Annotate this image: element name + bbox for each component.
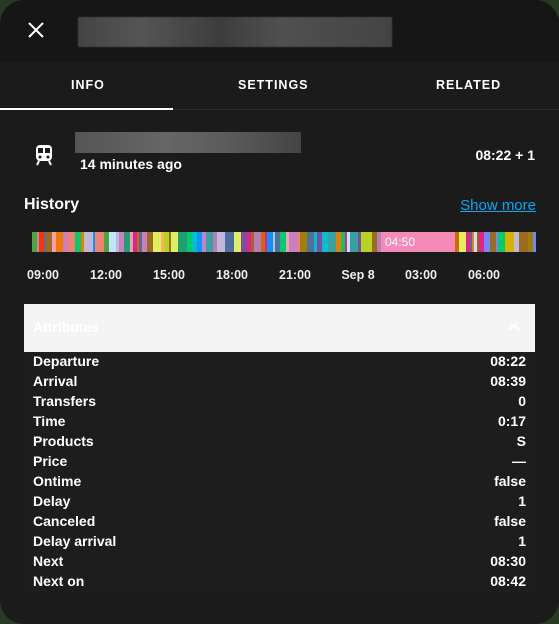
timeline-segment[interactable]: 04:50 (381, 232, 455, 252)
timeline-segment[interactable] (56, 232, 63, 252)
attribute-value: 08:22 (490, 353, 526, 369)
timeline-tick-label: 06:00 (468, 268, 500, 282)
timeline-segment[interactable] (234, 232, 241, 252)
timeline-tick-label: Sep 8 (341, 268, 375, 282)
attribute-row: Arrival 08:39 (33, 373, 526, 393)
attribute-value: 0 (518, 393, 526, 409)
timeline-segment[interactable] (95, 232, 104, 252)
chevron-up-icon (508, 323, 520, 331)
attribute-value: 1 (518, 533, 526, 549)
attribute-value: S (516, 433, 526, 449)
timeline-segment[interactable] (307, 232, 314, 252)
timeline-segment-label: 04:50 (385, 235, 416, 249)
timeline-segment[interactable] (68, 232, 75, 252)
attribute-row: Delay arrival 1 (33, 533, 526, 553)
timeline-tick-label: 09:00 (27, 268, 59, 282)
attribute-label: Price (33, 453, 68, 469)
last-changed: 14 minutes ago (80, 156, 182, 172)
timeline-segment[interactable] (505, 232, 514, 252)
attribute-row: Canceled false (33, 513, 526, 533)
state-info: 14 minutes ago 08:22 + 1 (0, 130, 559, 180)
attribute-row: Delay 1 (33, 493, 526, 513)
attribute-label: Delay (33, 493, 71, 509)
attribute-row: Departure 08:22 (33, 353, 526, 373)
attribute-label: Products (33, 433, 94, 449)
timeline-segment[interactable] (350, 232, 358, 252)
attribute-row: Ontime false (33, 473, 526, 493)
timeline-tick-label: 03:00 (405, 268, 437, 282)
attribute-label: Next (33, 553, 64, 569)
history-timeline[interactable]: 04:50 (32, 232, 536, 252)
state-value: 08:22 + 1 (475, 147, 535, 163)
timeline-tick-label: 18:00 (216, 268, 248, 282)
attribute-label: Next on (33, 573, 85, 589)
attribute-row: Price — (33, 453, 526, 473)
timeline-segment[interactable] (328, 232, 336, 252)
attribute-value: 08:30 (490, 553, 526, 569)
attributes-expander[interactable]: Attributes (24, 304, 535, 352)
attribute-value: 1 (518, 493, 526, 509)
timeline-segment[interactable] (459, 232, 466, 252)
attribute-value: 08:39 (490, 373, 526, 389)
timeline-segment[interactable] (519, 232, 528, 252)
attribute-label: Canceled (33, 513, 96, 529)
attribute-row: Next on 08:42 (33, 573, 526, 593)
timeline-segment[interactable] (153, 232, 161, 252)
timeline-segment[interactable] (254, 232, 261, 252)
attribute-label: Arrival (33, 373, 78, 389)
tab-bar: INFO SETTINGS RELATED (0, 62, 559, 110)
timeline-tick-label: 21:00 (279, 268, 311, 282)
attribute-label: Departure (33, 353, 100, 369)
attribute-label: Time (33, 413, 66, 429)
attribute-label: Delay arrival (33, 533, 117, 549)
dialog-header (0, 0, 559, 62)
timeline-segment[interactable] (171, 232, 178, 252)
attributes-title: Attributes (33, 319, 100, 335)
entity-title-redacted (78, 17, 392, 47)
attribute-value: 0:17 (497, 413, 526, 429)
timeline-tick-label: 15:00 (153, 268, 185, 282)
attribute-label: Ontime (33, 473, 82, 489)
tab-info[interactable]: INFO (71, 78, 105, 92)
show-more-link[interactable]: Show more (460, 197, 536, 214)
close-icon[interactable] (24, 18, 48, 42)
active-tab-indicator (0, 108, 173, 110)
attribute-value: false (494, 513, 526, 529)
attribute-row: Products S (33, 433, 526, 453)
tab-related[interactable]: RELATED (436, 78, 501, 92)
attribute-row: Transfers 0 (33, 393, 526, 413)
timeline-segment[interactable] (206, 232, 213, 252)
tab-settings[interactable]: SETTINGS (238, 78, 309, 92)
timeline-segment[interactable] (109, 232, 116, 252)
attribute-value: 08:42 (490, 573, 526, 589)
attribute-label: Transfers (33, 393, 97, 409)
timeline-segment[interactable] (289, 232, 298, 252)
attribute-row: Time 0:17 (33, 413, 526, 433)
timeline-segment[interactable] (225, 232, 234, 252)
timeline-segment[interactable] (84, 232, 93, 252)
attribute-row: Next 08:30 (33, 553, 526, 573)
timeline-segment[interactable] (533, 232, 536, 252)
timeline-tick-label: 12:00 (90, 268, 122, 282)
timeline-segment[interactable] (178, 232, 187, 252)
entity-name-redacted (75, 132, 301, 153)
timeline-segment[interactable] (498, 232, 505, 252)
more-info-dialog: INFO SETTINGS RELATED 14 minutes ago 08:… (0, 0, 559, 624)
attribute-value: — (512, 453, 526, 469)
attributes-list: Departure 08:22 Arrival 08:39 Transfers 0 Time… (24, 352, 535, 592)
train-icon (36, 145, 52, 166)
timeline-segment[interactable] (217, 232, 225, 252)
history-title: History (24, 196, 80, 213)
attribute-value: false (494, 473, 526, 489)
timeline-segment[interactable] (300, 232, 307, 252)
